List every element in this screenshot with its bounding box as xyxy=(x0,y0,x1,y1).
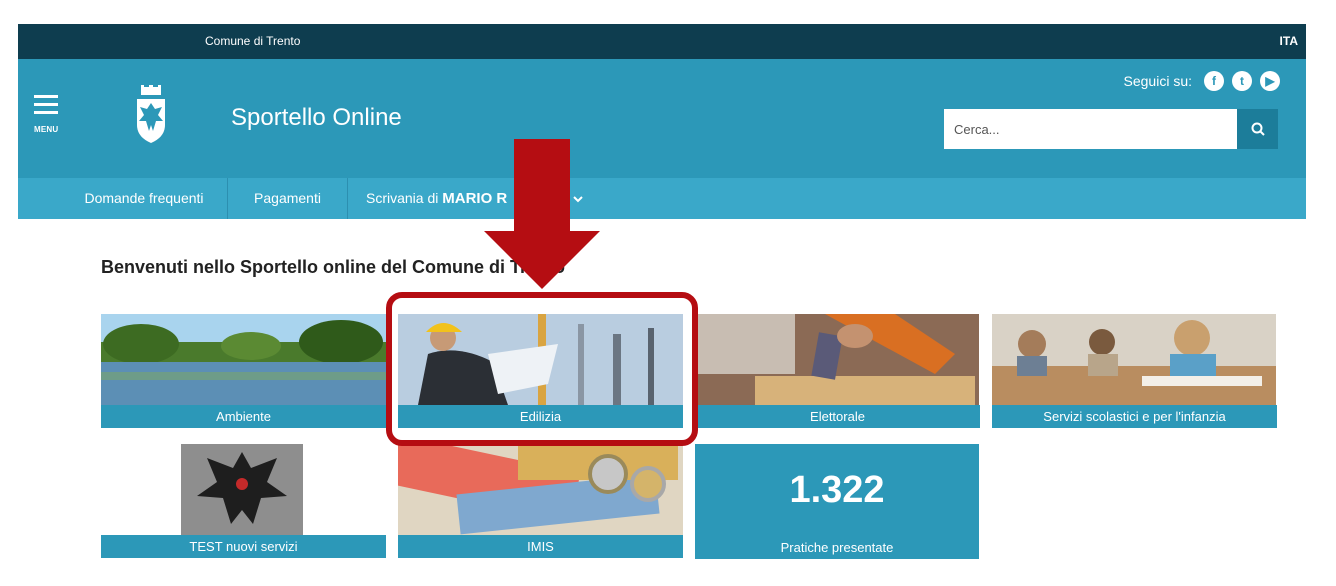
site-header: MENU Sportello Online Seguici su: f t ▶ xyxy=(18,59,1306,178)
elettorale-image xyxy=(695,314,979,405)
tile-elettorale[interactable]: Elettorale xyxy=(695,314,980,428)
ambiente-image xyxy=(101,314,386,405)
twitter-icon[interactable]: t xyxy=(1232,71,1252,91)
counter-label: Pratiche presentate xyxy=(780,540,894,555)
site-title[interactable]: Sportello Online xyxy=(231,104,402,132)
nav-user-desk[interactable]: Scrivania di MARIO R xyxy=(348,178,608,219)
tile-label: IMIS xyxy=(398,535,683,558)
tile-ambiente[interactable]: Ambiente xyxy=(101,314,386,428)
edilizia-image xyxy=(398,314,683,405)
tile-label: Ambiente xyxy=(101,405,386,428)
nav-faq[interactable]: Domande frequenti xyxy=(61,178,228,219)
servizi-scolastici-image xyxy=(992,314,1276,405)
hamburger-icon-bar xyxy=(34,111,58,114)
facebook-icon[interactable]: f xyxy=(1204,71,1224,91)
menu-label: MENU xyxy=(34,125,59,134)
desk-prefix: Scrivania di xyxy=(366,190,439,206)
social-links: Seguici su: f t ▶ xyxy=(1124,71,1280,91)
tile-label: Servizi scolastici e per l'infanzia xyxy=(992,405,1277,428)
follow-label: Seguici su: xyxy=(1123,73,1192,89)
hamburger-icon-bar xyxy=(34,103,58,106)
page-title: Benvenuti nello Sportello online del Com… xyxy=(101,257,566,277)
youtube-icon[interactable]: ▶ xyxy=(1260,71,1280,91)
tile-imis[interactable]: IMIS xyxy=(398,444,683,558)
chevron-down-icon xyxy=(573,196,583,203)
counter-value: 1.322 xyxy=(789,469,885,511)
main-nav: Domande frequenti Pagamenti Scrivania di… xyxy=(18,178,1306,219)
search-button[interactable] xyxy=(1237,109,1278,149)
search-input[interactable] xyxy=(944,109,1237,149)
trento-eagle-logo[interactable] xyxy=(135,85,167,145)
desk-user-name: MARIO R xyxy=(442,190,508,207)
language-selector[interactable]: ITA xyxy=(1280,24,1298,59)
top-bar: Comune di Trento ITA xyxy=(18,24,1306,59)
city-name[interactable]: Comune di Trento xyxy=(205,24,300,59)
imis-money-image xyxy=(398,444,683,535)
tile-edilizia[interactable]: Edilizia xyxy=(398,314,683,428)
tile-label: Edilizia xyxy=(398,405,683,428)
test-eagle-image xyxy=(101,444,386,535)
nav-payments[interactable]: Pagamenti xyxy=(228,178,348,219)
tile-label: Elettorale xyxy=(695,405,980,428)
tile-servizi-scolastici[interactable]: Servizi scolastici e per l'infanzia xyxy=(992,314,1277,428)
tile-label: TEST nuovi servizi xyxy=(101,535,386,558)
tile-test-nuovi-servizi[interactable]: TEST nuovi servizi xyxy=(101,444,386,558)
hamburger-icon xyxy=(34,95,58,98)
menu-button[interactable]: MENU xyxy=(34,95,58,139)
submitted-practices-counter[interactable]: 1.322 Pratiche presentate xyxy=(695,444,979,559)
search-icon xyxy=(1251,122,1265,136)
